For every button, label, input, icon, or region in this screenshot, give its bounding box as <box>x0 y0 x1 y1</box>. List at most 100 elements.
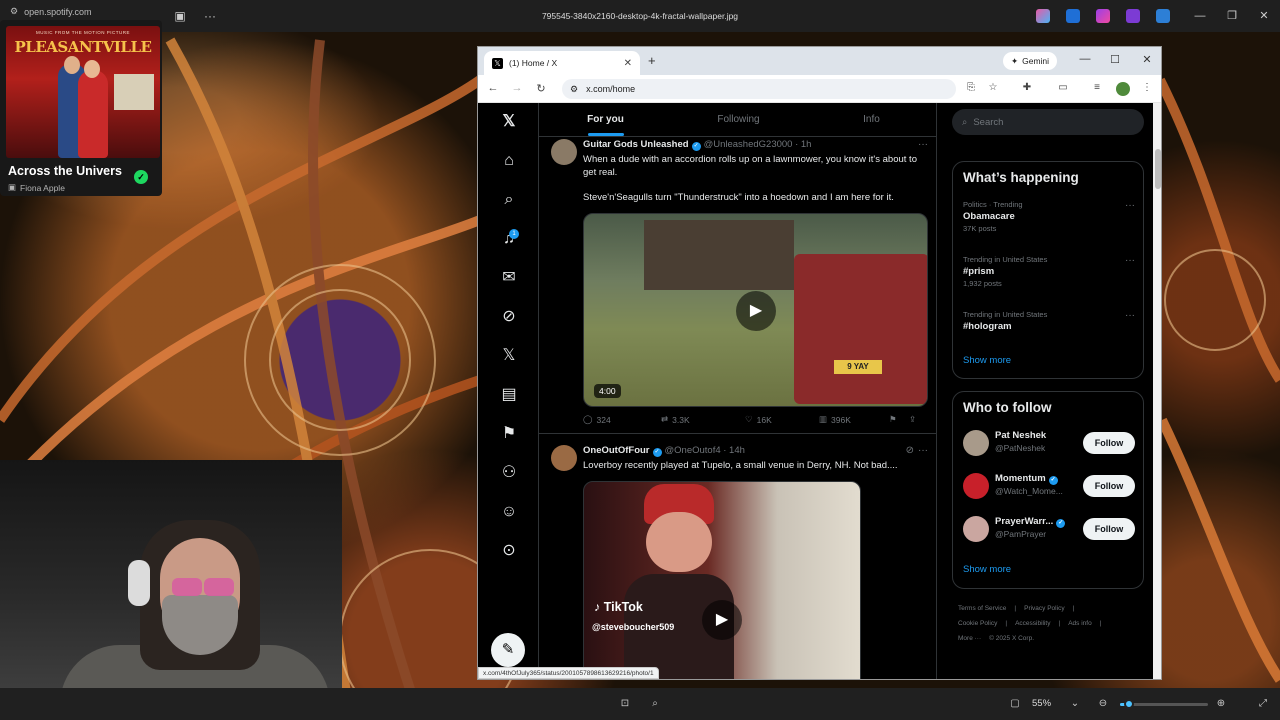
reload-icon[interactable]: ↻ <box>534 82 548 95</box>
tab-close-icon[interactable]: ✕ <box>624 58 632 69</box>
bookmark-star-icon[interactable]: ☆ <box>986 82 1000 93</box>
tweet[interactable]: OneOutOfFour ✓ @OneOutof4 · 14h ⊘ ··· Love… <box>539 437 936 679</box>
install-app-icon[interactable]: ⎘ <box>964 82 978 93</box>
more-circle-icon[interactable]: ⊙ <box>498 540 520 562</box>
play-icon[interactable]: ▶ <box>702 600 742 640</box>
trends-show-more-link[interactable]: Show more <box>963 355 1011 366</box>
fullscreen-icon[interactable]: ⤢ <box>1256 697 1270 711</box>
views-action[interactable]: ▥ 396K <box>819 414 889 425</box>
accessibility-link[interactable]: Accessibility <box>1015 620 1050 627</box>
site-info-icon[interactable]: ⚙ <box>570 84 578 95</box>
communities-icon[interactable]: ⚇ <box>498 462 520 484</box>
follow-show-more-link[interactable]: Show more <box>963 564 1011 575</box>
tweet-author-name[interactable]: Guitar Gods Unleashed <box>583 139 689 150</box>
scrollbar-thumb[interactable] <box>1155 149 1161 189</box>
x-logo-icon[interactable]: 𝕏 <box>498 111 520 133</box>
ads-info-link[interactable]: Ads info <box>1068 620 1092 627</box>
tab-x-home[interactable]: 𝕏 (1) Home / X ✕ <box>484 51 640 75</box>
repost-action[interactable]: ⇄ 3.3K <box>661 414 745 425</box>
follow-suggestion[interactable]: PrayerWarr... ✓ @PamPrayer Follow <box>963 514 1135 544</box>
grok-icon[interactable]: ⊘ <box>498 306 520 328</box>
back-icon[interactable]: ← <box>486 82 500 94</box>
tab-for-you[interactable]: For you <box>539 103 672 136</box>
copilot-icon[interactable] <box>1036 9 1050 23</box>
suggestion-avatar[interactable] <box>963 473 989 499</box>
follow-suggestion[interactable]: Momentum ✓ @Watch_Mome... Follow <box>963 471 1135 501</box>
compose-post-button[interactable]: ✎ <box>491 633 525 667</box>
tweet-author-name[interactable]: OneOutOfFour <box>583 445 650 456</box>
grok-explain-icon[interactable]: ⊘ <box>906 445 914 456</box>
trend-more-icon[interactable]: ··· <box>1125 200 1135 211</box>
browser-minimize-icon[interactable]: — <box>1078 53 1092 65</box>
lists-icon[interactable]: ▤ <box>498 384 520 406</box>
trend-more-icon[interactable]: ··· <box>1125 310 1135 321</box>
x-search-input[interactable]: ⌕ Search <box>952 109 1144 135</box>
bookmark-action-icon[interactable]: ⚑ <box>889 414 909 425</box>
forward-icon[interactable]: → <box>510 82 524 94</box>
cookie-link[interactable]: Cookie Policy <box>958 620 997 627</box>
tweet-video[interactable]: ♪ TikTok @steveboucher509 ▶ <box>583 481 861 679</box>
split-view-icon[interactable]: ▭ <box>1056 82 1070 93</box>
zoom-level[interactable]: 55% <box>1032 698 1051 709</box>
tweet-author-avatar[interactable] <box>551 445 577 471</box>
trend-item[interactable]: Politics · Trending Obamacare 37K posts … <box>963 200 1135 233</box>
address-bar[interactable]: ⚙ x.com/home <box>562 79 956 99</box>
suggestion-avatar[interactable] <box>963 430 989 456</box>
suggestion-name[interactable]: Momentum ✓ <box>995 473 1061 485</box>
reply-action[interactable]: ◯ 324 <box>583 414 661 425</box>
tweet-author-avatar[interactable] <box>551 139 577 165</box>
fit-to-window-icon[interactable]: ▢ <box>1008 697 1022 711</box>
profile-avatar[interactable] <box>1116 82 1130 96</box>
new-tab-icon[interactable]: + <box>648 53 656 68</box>
suggestion-name[interactable]: Pat Neshek <box>995 430 1046 441</box>
tweet-more-icon[interactable]: ··· <box>918 139 928 150</box>
trend-item[interactable]: Trending in United States #prism 1,932 p… <box>963 255 1135 288</box>
follow-button[interactable]: Follow <box>1083 518 1135 540</box>
messages-icon[interactable]: ✉ <box>498 267 520 289</box>
designer-icon[interactable] <box>1096 9 1110 23</box>
tweet[interactable]: Guitar Gods Unleashed ✓ @UnleashedG23000 ·… <box>539 129 936 429</box>
tweet-author-handle[interactable]: @UnleashedG23000 · 1h <box>704 139 812 150</box>
play-icon[interactable]: ▶ <box>736 291 776 331</box>
more-options-icon[interactable]: ··· <box>202 8 218 24</box>
tweet-more-icon[interactable]: ··· <box>918 445 928 456</box>
premium-x-icon[interactable]: 𝕏 <box>498 345 520 367</box>
tweet-author-handle[interactable]: @OneOutof4 · 14h <box>665 445 745 456</box>
like-action[interactable]: ♡ 16K <box>745 414 819 425</box>
suggestion-avatar[interactable] <box>963 516 989 542</box>
address-url[interactable]: x.com/home <box>586 84 635 94</box>
zoom-out-icon[interactable]: ⊖ <box>1096 697 1110 711</box>
follow-suggestion[interactable]: Pat Neshek @PatNeshek Follow <box>963 428 1135 458</box>
follow-button[interactable]: Follow <box>1083 432 1135 454</box>
gemini-button[interactable]: ✦ Gemini <box>1003 52 1058 70</box>
zoom-dropdown-chevron-icon[interactable]: ⌄ <box>1068 697 1082 711</box>
zoom-slider[interactable] <box>1120 699 1208 709</box>
bookmarks-icon[interactable]: ⚑ <box>498 423 520 445</box>
visual-search-icon[interactable]: ⌕ <box>648 697 662 711</box>
profile-icon[interactable]: ☺ <box>498 501 520 523</box>
browser-maximize-icon[interactable]: ☐ <box>1108 53 1122 66</box>
more-link[interactable]: More ··· <box>958 635 981 642</box>
extensions-icon[interactable]: ✚ <box>1020 82 1034 93</box>
browser-close-icon[interactable]: ✕ <box>1140 53 1154 66</box>
home-icon[interactable]: ⌂ <box>498 150 520 172</box>
edit-app-icon[interactable] <box>1066 9 1080 23</box>
slideshow-icon[interactable]: ▣ <box>172 8 188 24</box>
suggestion-name[interactable]: PrayerWarr... ✓ <box>995 516 1068 528</box>
cloud-icon[interactable] <box>1156 9 1170 23</box>
tweet-video[interactable]: 9 YAY ▶ 4:00 <box>583 213 928 407</box>
page-scrollbar[interactable] <box>1153 103 1161 679</box>
zoom-slider-knob[interactable] <box>1124 699 1134 709</box>
follow-button[interactable]: Follow <box>1083 475 1135 497</box>
terms-link[interactable]: Terms of Service <box>958 605 1006 612</box>
tab-following[interactable]: Following <box>672 103 805 136</box>
share-icon[interactable]: ⇪ <box>909 414 928 425</box>
trend-more-icon[interactable]: ··· <box>1125 255 1135 266</box>
zoom-in-icon[interactable]: ⊕ <box>1214 697 1228 711</box>
saved-check-icon[interactable]: ✓ <box>134 170 148 184</box>
privacy-link[interactable]: Privacy Policy <box>1024 605 1064 612</box>
media-controls-icon[interactable]: ≡ <box>1090 82 1104 93</box>
tab-info[interactable]: Info <box>805 103 936 136</box>
maximize-icon[interactable]: ❐ <box>1224 8 1240 24</box>
trend-item[interactable]: Trending in United States #hologram ··· <box>963 310 1135 332</box>
